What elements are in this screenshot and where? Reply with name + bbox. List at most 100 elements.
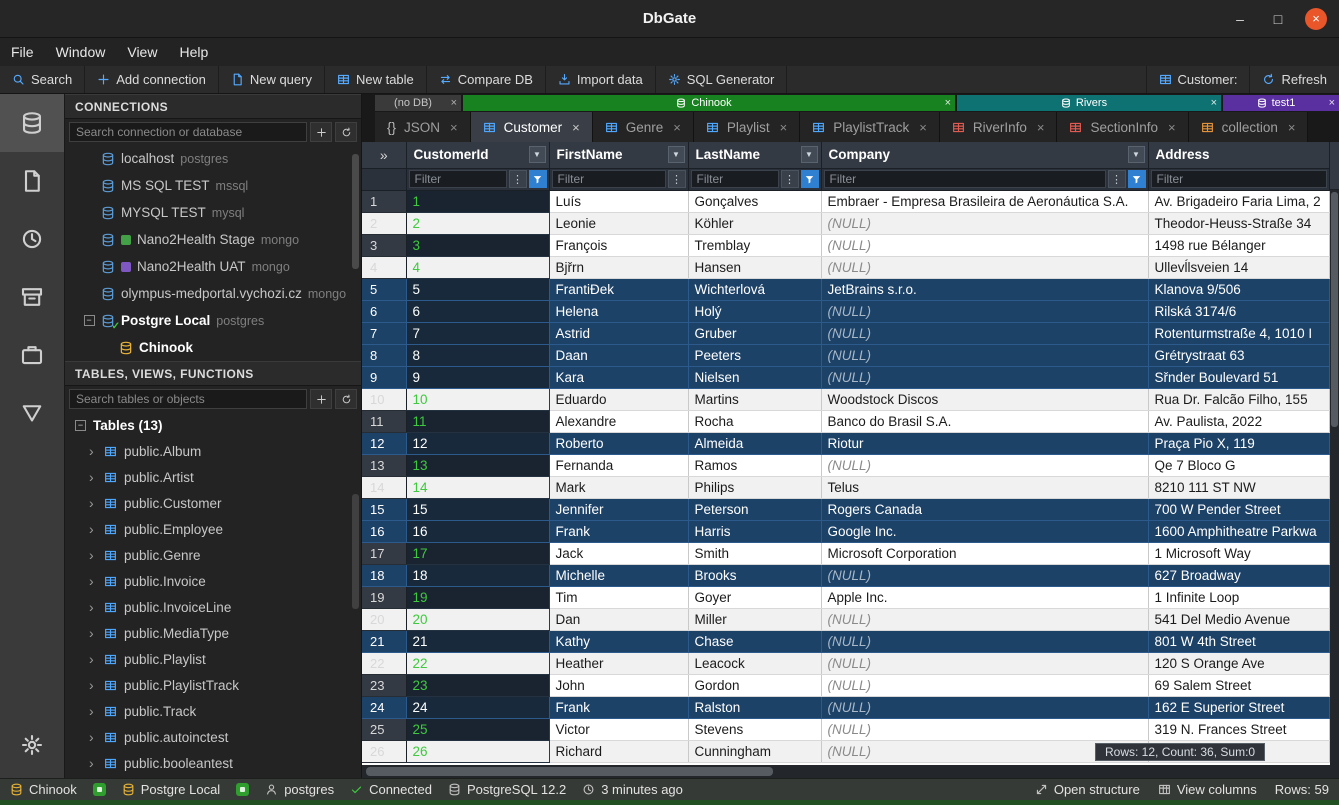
table-list-item[interactable]: › public.PlaylistTrack xyxy=(65,672,361,698)
connection-item[interactable]: − ✓ Postgre Local postgres xyxy=(65,307,361,334)
connection-item[interactable]: − ✓ MS SQL TEST mssql xyxy=(65,172,361,199)
menu-item[interactable]: Help xyxy=(168,38,219,66)
cell-customerid[interactable]: 24 xyxy=(406,696,549,718)
cell-address[interactable]: Grétrystraat 63 xyxy=(1148,344,1330,366)
cell-address[interactable]: 801 W 4th Street xyxy=(1148,630,1330,652)
cell-lastname[interactable]: Nielsen xyxy=(688,366,821,388)
vertical-scrollbar[interactable] xyxy=(1330,190,1339,765)
activity-bar-item[interactable] xyxy=(0,268,64,326)
statusbar-item[interactable]: Chinook xyxy=(10,782,77,797)
close-icon[interactable]: × xyxy=(1037,120,1045,135)
cell-customerid[interactable]: 3 xyxy=(406,234,549,256)
database-group-tab[interactable]: (no DB) × xyxy=(375,95,461,111)
cell-lastname[interactable]: Holý xyxy=(688,300,821,322)
menu-item[interactable]: View xyxy=(116,38,168,66)
cell-address[interactable]: 319 N. Frances Street xyxy=(1148,718,1330,740)
file-tab[interactable]: RiverInfo × xyxy=(940,112,1058,142)
row-number[interactable]: 8 xyxy=(362,344,406,366)
connection-item[interactable]: − ✓ Nano2Health UAT mongo xyxy=(65,253,361,280)
column-header-customerid[interactable]: CustomerId▼ xyxy=(406,142,549,168)
cell-company[interactable]: Banco do Brasil S.A. xyxy=(821,410,1148,432)
menu-item[interactable]: Window xyxy=(45,38,117,66)
file-tab[interactable]: collection × xyxy=(1189,112,1309,142)
chevron-right-icon[interactable]: › xyxy=(89,703,97,719)
filter-funnel-icon[interactable] xyxy=(1128,170,1146,188)
cell-company[interactable]: (NULL) xyxy=(821,630,1148,652)
cell-firstname[interactable]: Mark xyxy=(549,476,688,498)
cell-customerid[interactable]: 21 xyxy=(406,630,549,652)
cell-firstname[interactable]: FrantiĐek xyxy=(549,278,688,300)
close-icon[interactable]: × xyxy=(919,120,927,135)
cell-company[interactable]: Telus xyxy=(821,476,1148,498)
cell-firstname[interactable]: Frank xyxy=(549,696,688,718)
cell-address[interactable]: 162 E Superior Street xyxy=(1148,696,1330,718)
cell-firstname[interactable]: Bjřrn xyxy=(549,256,688,278)
database-group-tab[interactable]: test1 × xyxy=(1223,95,1339,111)
file-tab[interactable]: Customer × xyxy=(471,112,593,142)
cell-company[interactable]: (NULL) xyxy=(821,454,1148,476)
cell-lastname[interactable]: Peeters xyxy=(688,344,821,366)
table-list-item[interactable]: › public.autoinctest xyxy=(65,724,361,750)
cell-lastname[interactable]: Rocha xyxy=(688,410,821,432)
cell-firstname[interactable]: Dan xyxy=(549,608,688,630)
filter-input-company[interactable]: Filter xyxy=(824,170,1106,188)
database-group-tab[interactable]: Chinook × xyxy=(463,95,955,111)
cell-firstname[interactable]: Jack xyxy=(549,542,688,564)
cell-customerid[interactable]: 20 xyxy=(406,608,549,630)
file-tab[interactable]: Playlist × xyxy=(694,112,800,142)
chevron-right-icon[interactable]: › xyxy=(89,573,97,589)
close-icon[interactable]: × xyxy=(450,120,458,135)
connection-item[interactable]: − ✓ Chinook xyxy=(65,334,361,361)
chevron-right-icon[interactable]: › xyxy=(89,625,97,641)
file-tab[interactable]: {} JSON × xyxy=(375,112,471,142)
cell-firstname[interactable]: Kara xyxy=(549,366,688,388)
cell-address[interactable]: Sřnder Boulevard 51 xyxy=(1148,366,1330,388)
cell-address[interactable]: 1 Microsoft Way xyxy=(1148,542,1330,564)
connection-search-input[interactable] xyxy=(69,122,307,142)
cell-firstname[interactable]: Eduardo xyxy=(549,388,688,410)
row-number[interactable]: 21 xyxy=(362,630,406,652)
cell-address[interactable]: Av. Brigadeiro Faria Lima, 2 xyxy=(1148,190,1330,212)
cell-customerid[interactable]: 13 xyxy=(406,454,549,476)
table-list-item[interactable]: › public.Genre xyxy=(65,542,361,568)
row-number[interactable]: 7 xyxy=(362,322,406,344)
cell-company[interactable]: (NULL) xyxy=(821,322,1148,344)
cell-customerid[interactable]: 2 xyxy=(406,212,549,234)
activity-bar-item[interactable] xyxy=(0,210,64,268)
cell-lastname[interactable]: Gonçalves xyxy=(688,190,821,212)
cell-customerid[interactable]: 26 xyxy=(406,740,549,762)
table-list-item[interactable]: › public.InvoiceLine xyxy=(65,594,361,620)
cell-lastname[interactable]: Smith xyxy=(688,542,821,564)
filter-funnel-icon[interactable] xyxy=(529,170,547,188)
row-number[interactable]: 1 xyxy=(362,190,406,212)
toolbar-button[interactable]: New table xyxy=(325,66,427,93)
filter-menu-icon[interactable]: ⋮ xyxy=(1108,170,1126,188)
row-number[interactable]: 23 xyxy=(362,674,406,696)
cell-lastname[interactable]: Ralston xyxy=(688,696,821,718)
cell-address[interactable]: Rilská 3174/6 xyxy=(1148,300,1330,322)
cell-address[interactable]: Theodor-Heuss-Straße 34 xyxy=(1148,212,1330,234)
filter-input-lastname[interactable]: Filter xyxy=(691,170,779,188)
filter-input-address[interactable]: Filter xyxy=(1151,170,1328,188)
close-icon[interactable]: × xyxy=(1211,97,1217,109)
cell-company[interactable]: Woodstock Discos xyxy=(821,388,1148,410)
cell-firstname[interactable]: Tim xyxy=(549,586,688,608)
cell-lastname[interactable]: Brooks xyxy=(688,564,821,586)
toolbar-button[interactable]: Refresh xyxy=(1249,66,1339,93)
expand-columns-icon[interactable]: » xyxy=(362,142,406,168)
cell-company[interactable]: Embraer - Empresa Brasileira de Aeronáut… xyxy=(821,190,1148,212)
file-tab[interactable]: Genre × xyxy=(593,112,694,142)
cell-firstname[interactable]: Heather xyxy=(549,652,688,674)
toolbar-button[interactable]: Search xyxy=(0,66,85,93)
cell-lastname[interactable]: Wichterlová xyxy=(688,278,821,300)
tables-group-row[interactable]: − Tables (13) xyxy=(65,412,361,438)
cell-company[interactable]: (NULL) xyxy=(821,366,1148,388)
cell-customerid[interactable]: 18 xyxy=(406,564,549,586)
row-number[interactable]: 2 xyxy=(362,212,406,234)
cell-customerid[interactable]: 23 xyxy=(406,674,549,696)
close-icon[interactable]: × xyxy=(451,97,457,109)
cell-customerid[interactable]: 7 xyxy=(406,322,549,344)
vertical-scrollbar-thumb[interactable] xyxy=(1331,192,1338,427)
cell-company[interactable]: JetBrains s.r.o. xyxy=(821,278,1148,300)
connection-item[interactable]: − ✓ localhost postgres xyxy=(65,145,361,172)
